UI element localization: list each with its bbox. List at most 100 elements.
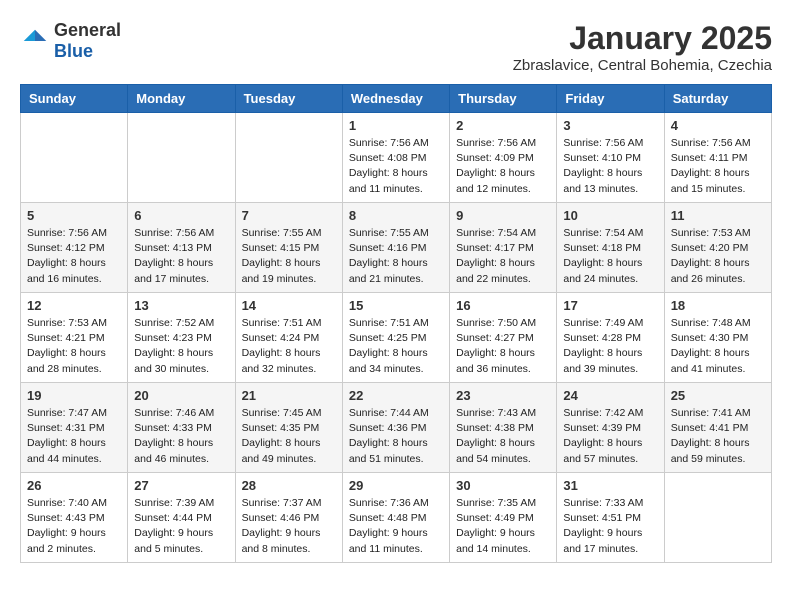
day-number: 7: [242, 208, 336, 223]
day-number: 20: [134, 388, 228, 403]
week-row-1: 1 Sunrise: 7:56 AM Sunset: 4:08 PM Daylig…: [21, 113, 772, 203]
day-info: Sunrise: 7:50 AM Sunset: 4:27 PM Dayligh…: [456, 316, 550, 377]
day-number: 29: [349, 478, 443, 493]
day-info: Sunrise: 7:55 AM Sunset: 4:15 PM Dayligh…: [242, 226, 336, 287]
day-number: 17: [563, 298, 657, 313]
calendar-cell: 23 Sunrise: 7:43 AM Sunset: 4:38 PM Dayli…: [450, 383, 557, 473]
day-info: Sunrise: 7:42 AM Sunset: 4:39 PM Dayligh…: [563, 406, 657, 467]
day-number: 1: [349, 118, 443, 133]
day-info: Sunrise: 7:49 AM Sunset: 4:28 PM Dayligh…: [563, 316, 657, 377]
day-info: Sunrise: 7:56 AM Sunset: 4:08 PM Dayligh…: [349, 136, 443, 197]
week-row-3: 12Sunrise: 7:53 AM Sunset: 4:21 PM Dayli…: [21, 293, 772, 383]
day-info: Sunrise: 7:53 AM Sunset: 4:21 PM Dayligh…: [27, 316, 121, 377]
day-number: 2: [456, 118, 550, 133]
calendar-cell: 1 Sunrise: 7:56 AM Sunset: 4:08 PM Daylig…: [342, 113, 449, 203]
day-info: Sunrise: 7:55 AM Sunset: 4:16 PM Dayligh…: [349, 226, 443, 287]
day-info: Sunrise: 7:39 AM Sunset: 4:44 PM Dayligh…: [134, 496, 228, 557]
calendar-cell: 2 Sunrise: 7:56 AM Sunset: 4:09 PM Daylig…: [450, 113, 557, 203]
day-info: Sunrise: 7:40 AM Sunset: 4:43 PM Dayligh…: [27, 496, 121, 557]
day-info: Sunrise: 7:56 AM Sunset: 4:13 PM Dayligh…: [134, 226, 228, 287]
day-info: Sunrise: 7:37 AM Sunset: 4:46 PM Dayligh…: [242, 496, 336, 557]
calendar-cell: 24 Sunrise: 7:42 AM Sunset: 4:39 PM Dayli…: [557, 383, 664, 473]
day-info: Sunrise: 7:48 AM Sunset: 4:30 PM Dayligh…: [671, 316, 765, 377]
calendar-cell: 21 Sunrise: 7:45 AM Sunset: 4:35 PM Dayli…: [235, 383, 342, 473]
day-info: Sunrise: 7:51 AM Sunset: 4:24 PM Dayligh…: [242, 316, 336, 377]
calendar-cell: 7 Sunrise: 7:55 AM Sunset: 4:15 PM Daylig…: [235, 203, 342, 293]
day-info: Sunrise: 7:43 AM Sunset: 4:38 PM Dayligh…: [456, 406, 550, 467]
calendar-cell: 20 Sunrise: 7:46 AM Sunset: 4:33 PM Dayli…: [128, 383, 235, 473]
header-row: SundayMondayTuesdayWednesdayThursdayFrid…: [21, 85, 772, 113]
day-number: 28: [242, 478, 336, 493]
day-info: Sunrise: 7:56 AM Sunset: 4:12 PM Dayligh…: [27, 226, 121, 287]
day-number: 22: [349, 388, 443, 403]
day-number: 31: [563, 478, 657, 493]
day-info: Sunrise: 7:56 AM Sunset: 4:11 PM Dayligh…: [671, 136, 765, 197]
day-header-wednesday: Wednesday: [342, 85, 449, 113]
logo: General Blue: [20, 20, 121, 62]
day-number: 9: [456, 208, 550, 223]
day-info: Sunrise: 7:46 AM Sunset: 4:33 PM Dayligh…: [134, 406, 228, 467]
day-header-saturday: Saturday: [664, 85, 771, 113]
calendar-cell: 4 Sunrise: 7:56 AM Sunset: 4:11 PM Daylig…: [664, 113, 771, 203]
day-header-thursday: Thursday: [450, 85, 557, 113]
day-number: 25: [671, 388, 765, 403]
day-number: 26: [27, 478, 121, 493]
day-info: Sunrise: 7:56 AM Sunset: 4:09 PM Dayligh…: [456, 136, 550, 197]
logo-blue-text: Blue: [54, 41, 121, 62]
day-info: Sunrise: 7:36 AM Sunset: 4:48 PM Dayligh…: [349, 496, 443, 557]
calendar-cell: 15Sunrise: 7:51 AM Sunset: 4:25 PM Dayli…: [342, 293, 449, 383]
day-number: 3: [563, 118, 657, 133]
calendar-cell: 9 Sunrise: 7:54 AM Sunset: 4:17 PM Daylig…: [450, 203, 557, 293]
day-header-friday: Friday: [557, 85, 664, 113]
day-info: Sunrise: 7:41 AM Sunset: 4:41 PM Dayligh…: [671, 406, 765, 467]
day-info: Sunrise: 7:52 AM Sunset: 4:23 PM Dayligh…: [134, 316, 228, 377]
calendar-cell: [235, 113, 342, 203]
logo-icon: [20, 26, 50, 56]
calendar-cell: 10 Sunrise: 7:54 AM Sunset: 4:18 PM Dayli…: [557, 203, 664, 293]
day-number: 30: [456, 478, 550, 493]
day-number: 10: [563, 208, 657, 223]
day-info: Sunrise: 7:54 AM Sunset: 4:18 PM Dayligh…: [563, 226, 657, 287]
calendar-cell: 11Sunrise: 7:53 AM Sunset: 4:20 PM Dayli…: [664, 203, 771, 293]
calendar-cell: 16 Sunrise: 7:50 AM Sunset: 4:27 PM Dayli…: [450, 293, 557, 383]
day-number: 14: [242, 298, 336, 313]
day-number: 11: [671, 208, 765, 223]
calendar-cell: 28 Sunrise: 7:37 AM Sunset: 4:46 PM Dayli…: [235, 473, 342, 563]
day-number: 23: [456, 388, 550, 403]
month-title: January 2025: [513, 20, 772, 57]
calendar-cell: 14 Sunrise: 7:51 AM Sunset: 4:24 PM Dayli…: [235, 293, 342, 383]
day-info: Sunrise: 7:44 AM Sunset: 4:36 PM Dayligh…: [349, 406, 443, 467]
calendar-cell: 3 Sunrise: 7:56 AM Sunset: 4:10 PM Daylig…: [557, 113, 664, 203]
day-number: 21: [242, 388, 336, 403]
logo-text: General Blue: [54, 20, 121, 62]
calendar-cell: 12Sunrise: 7:53 AM Sunset: 4:21 PM Dayli…: [21, 293, 128, 383]
calendar-cell: 26 Sunrise: 7:40 AM Sunset: 4:43 PM Dayli…: [21, 473, 128, 563]
day-info: Sunrise: 7:47 AM Sunset: 4:31 PM Dayligh…: [27, 406, 121, 467]
calendar-cell: 8 Sunrise: 7:55 AM Sunset: 4:16 PM Daylig…: [342, 203, 449, 293]
header: General Blue January 2025 Zbraslavice, C…: [20, 20, 772, 74]
day-header-sunday: Sunday: [21, 85, 128, 113]
calendar-cell: 27Sunrise: 7:39 AM Sunset: 4:44 PM Dayli…: [128, 473, 235, 563]
location: Zbraslavice, Central Bohemia, Czechia: [513, 57, 772, 74]
calendar-table: SundayMondayTuesdayWednesdayThursdayFrid…: [20, 84, 772, 563]
day-number: 24: [563, 388, 657, 403]
day-number: 6: [134, 208, 228, 223]
calendar-cell: 22 Sunrise: 7:44 AM Sunset: 4:36 PM Dayli…: [342, 383, 449, 473]
day-number: 13: [134, 298, 228, 313]
day-info: Sunrise: 7:33 AM Sunset: 4:51 PM Dayligh…: [563, 496, 657, 557]
day-info: Sunrise: 7:56 AM Sunset: 4:10 PM Dayligh…: [563, 136, 657, 197]
week-row-2: 5Sunrise: 7:56 AM Sunset: 4:12 PM Daylig…: [21, 203, 772, 293]
day-number: 4: [671, 118, 765, 133]
calendar-cell: 30Sunrise: 7:35 AM Sunset: 4:49 PM Dayli…: [450, 473, 557, 563]
title-area: January 2025 Zbraslavice, Central Bohemi…: [513, 20, 772, 74]
day-number: 8: [349, 208, 443, 223]
day-info: Sunrise: 7:54 AM Sunset: 4:17 PM Dayligh…: [456, 226, 550, 287]
calendar-cell: 25 Sunrise: 7:41 AM Sunset: 4:41 PM Dayli…: [664, 383, 771, 473]
calendar-cell: [128, 113, 235, 203]
day-info: Sunrise: 7:51 AM Sunset: 4:25 PM Dayligh…: [349, 316, 443, 377]
calendar-cell: 19Sunrise: 7:47 AM Sunset: 4:31 PM Dayli…: [21, 383, 128, 473]
calendar-cell: [664, 473, 771, 563]
day-header-monday: Monday: [128, 85, 235, 113]
day-info: Sunrise: 7:45 AM Sunset: 4:35 PM Dayligh…: [242, 406, 336, 467]
day-number: 16: [456, 298, 550, 313]
